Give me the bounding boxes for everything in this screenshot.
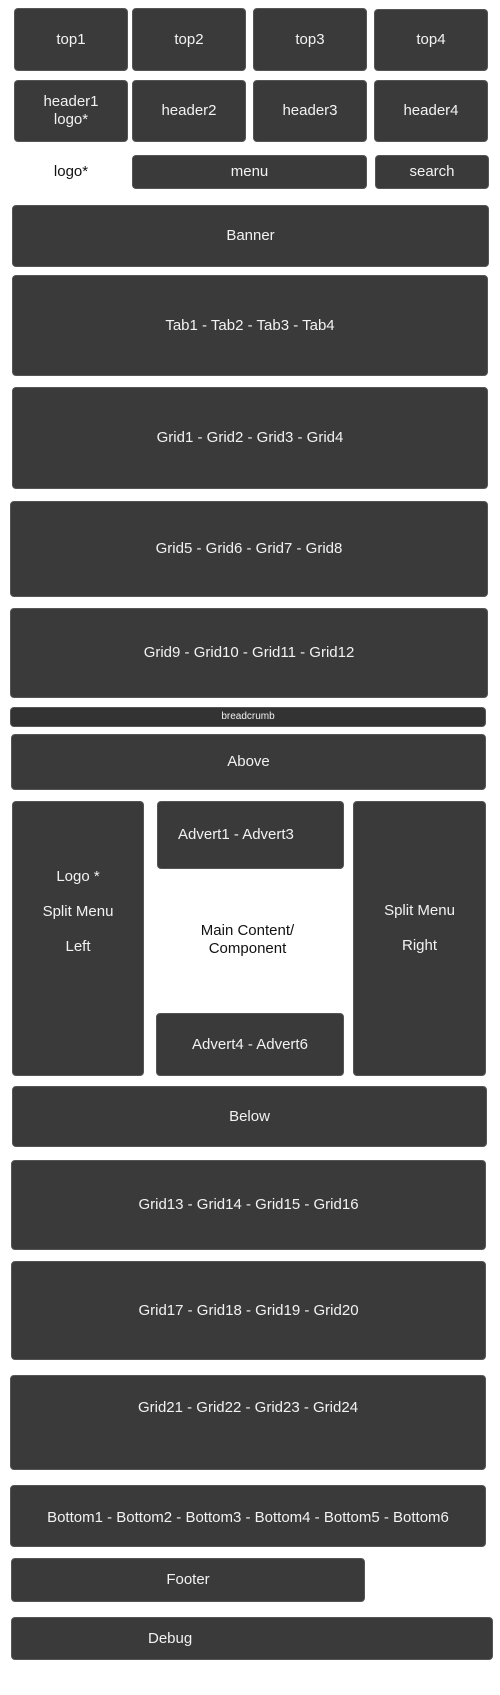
right-label: Right: [401, 937, 438, 954]
breadcrumb: breadcrumb: [10, 707, 486, 727]
top1-position: top1: [14, 8, 128, 71]
debug-label: Debug: [148, 1629, 193, 1647]
header1-position: header1 logo*: [14, 80, 128, 142]
left-logo-label: Logo *: [56, 868, 100, 885]
header2-position: header2: [132, 80, 246, 142]
bottom-position: Bottom1 - Bottom2 - Bottom3 - Bottom4 - …: [10, 1485, 486, 1547]
header2-label: header2: [161, 102, 217, 119]
menu-label: menu: [230, 163, 269, 180]
tabs-label: Tab1 - Tab2 - Tab3 - Tab4: [165, 316, 335, 334]
grid-row-5: Grid17 - Grid18 - Grid19 - Grid20: [11, 1261, 486, 1360]
grid-row-4-label: Grid13 - Grid14 - Grid15 - Grid16: [138, 1196, 359, 1213]
grid-row-5-label: Grid17 - Grid18 - Grid19 - Grid20: [138, 1301, 359, 1319]
debug-position: Debug: [11, 1617, 493, 1660]
footer-label: Footer: [166, 1571, 210, 1588]
below-position: Below: [12, 1086, 487, 1147]
tabs-position: Tab1 - Tab2 - Tab3 - Tab4: [12, 275, 488, 376]
top3-label: top3: [295, 30, 325, 48]
banner-label: Banner: [226, 227, 275, 244]
main-component-label: Component: [208, 940, 287, 957]
footer-position: Footer: [11, 1558, 365, 1602]
main-content-label: Main Content/: [200, 922, 295, 939]
top3-position: top3: [253, 8, 367, 71]
advert-top: Advert1 - Advert3: [157, 801, 344, 869]
header3-position: header3: [253, 80, 367, 142]
grid-row-6-label: Grid21 - Grid22 - Grid23 - Grid24: [137, 1398, 359, 1416]
header1-label: header1: [43, 93, 99, 110]
left-column: Logo * Split Menu Left: [12, 801, 144, 1076]
header3-label: header3: [282, 102, 338, 119]
advert-bottom: Advert4 - Advert6: [156, 1013, 344, 1076]
above-position: Above: [11, 734, 486, 790]
below-label: Below: [229, 1107, 270, 1125]
right-split-menu-label: Split Menu: [384, 902, 455, 919]
menu-position[interactable]: menu: [132, 155, 367, 189]
top2-position: top2: [132, 8, 246, 71]
grid-row-1: Grid1 - Grid2 - Grid3 - Grid4: [12, 387, 488, 489]
right-column: Split Menu Right: [353, 801, 486, 1076]
search-label: search: [409, 163, 455, 180]
top2-label: top2: [174, 30, 204, 48]
grid-row-1-label: Grid1 - Grid2 - Grid3 - Grid4: [156, 429, 344, 446]
logo-label: logo*: [53, 163, 89, 180]
top1-label: top1: [56, 30, 86, 48]
main-content: Main Content/ Component: [150, 905, 345, 975]
grid-row-2-label: Grid5 - Grid6 - Grid7 - Grid8: [155, 540, 343, 557]
above-label: Above: [227, 753, 270, 770]
top4-position: top4: [374, 9, 488, 71]
bottom-label: Bottom1 - Bottom2 - Bottom3 - Bottom4 - …: [47, 1509, 449, 1526]
header4-position: header4: [374, 80, 488, 142]
banner-position: Banner: [12, 205, 489, 267]
header4-label: header4: [403, 102, 459, 119]
left-label: Left: [65, 938, 91, 955]
logo-position: logo*: [14, 155, 128, 189]
search-position[interactable]: search: [375, 155, 489, 189]
grid-row-4: Grid13 - Grid14 - Grid15 - Grid16: [11, 1160, 486, 1250]
advert-bottom-label: Advert4 - Advert6: [192, 1035, 308, 1053]
grid-row-2: Grid5 - Grid6 - Grid7 - Grid8: [10, 501, 488, 597]
advert-top-label: Advert1 - Advert3: [178, 826, 294, 843]
top4-label: top4: [416, 31, 446, 48]
header1-logo-label: logo*: [53, 111, 89, 128]
breadcrumb-label: breadcrumb: [221, 711, 275, 722]
left-split-menu-label: Split Menu: [42, 903, 114, 920]
grid-row-3-label: Grid9 - Grid10 - Grid11 - Grid12: [143, 644, 355, 661]
grid-row-3: Grid9 - Grid10 - Grid11 - Grid12: [10, 608, 488, 698]
grid-row-6: Grid21 - Grid22 - Grid23 - Grid24: [10, 1375, 486, 1470]
